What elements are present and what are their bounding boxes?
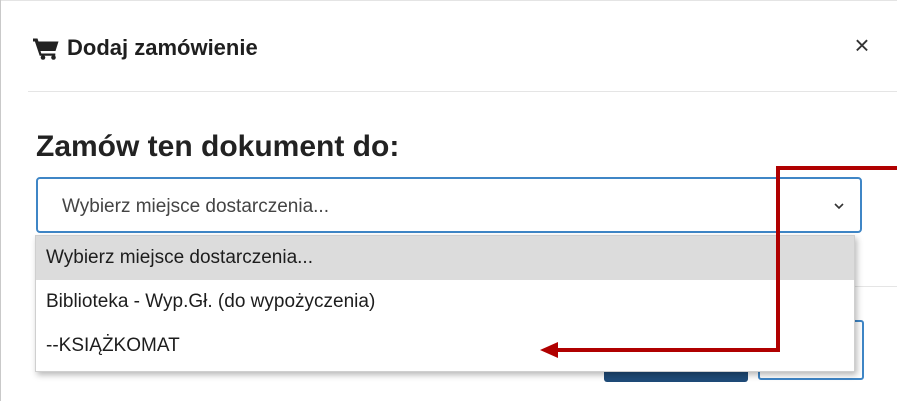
delivery-location-select[interactable]: Wybierz miejsce dostarczenia... xyxy=(36,177,862,233)
modal-title: Dodaj zamówienie xyxy=(67,35,258,60)
delivery-location-dropdown: Wybierz miejsce dostarczenia... Bibliote… xyxy=(35,235,855,372)
header-divider xyxy=(28,91,897,92)
close-icon[interactable]: × xyxy=(854,30,869,60)
chevron-down-icon xyxy=(834,203,844,210)
modal-header: Dodaj zamówienie × xyxy=(0,0,897,92)
dropdown-option-placeholder[interactable]: Wybierz miejsce dostarczenia... xyxy=(36,236,854,280)
delivery-location-select-value: Wybierz miejsce dostarczenia... xyxy=(62,196,329,217)
order-form-heading: Zamów ten dokument do: xyxy=(36,130,400,163)
dropdown-option-ksiazkomat[interactable]: --KSIĄŻKOMAT xyxy=(36,324,854,368)
footer-divider xyxy=(853,286,897,287)
close-button[interactable]: × xyxy=(849,30,875,60)
dropdown-option-biblioteka[interactable]: Biblioteka - Wyp.Gł. (do wypożyczenia) xyxy=(36,280,854,324)
shopping-cart-icon xyxy=(33,38,59,60)
